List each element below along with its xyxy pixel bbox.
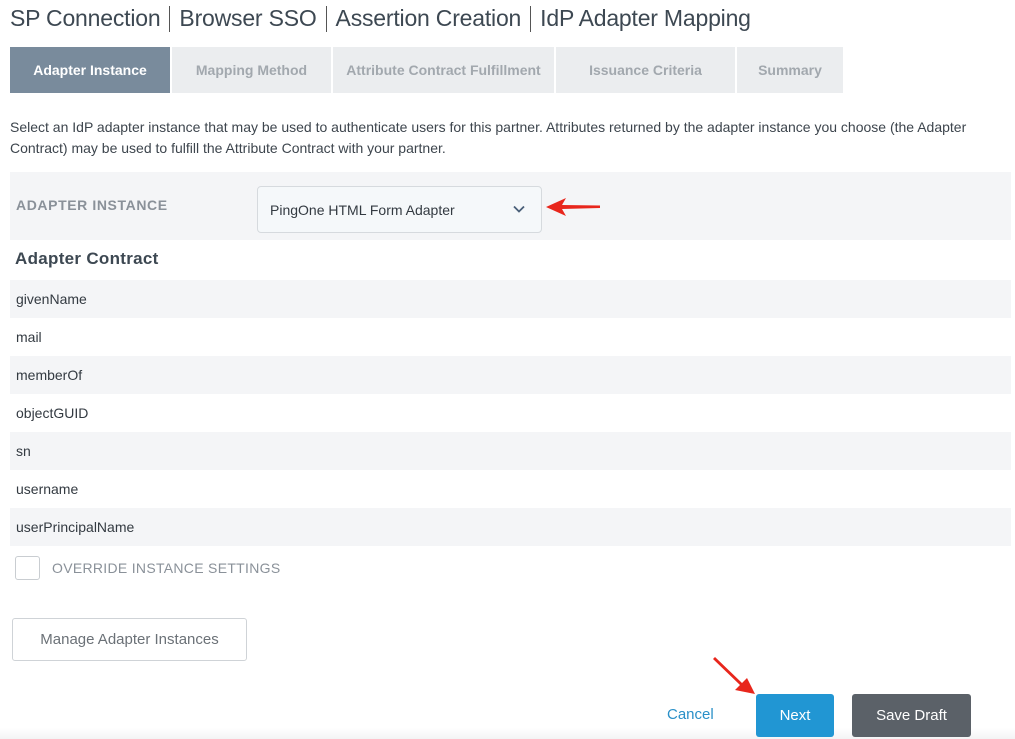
breadcrumb-item-assertion-creation: Assertion Creation [335, 5, 522, 31]
adapter-instance-select[interactable]: PingOne HTML Form Adapter [257, 186, 542, 233]
override-instance-settings[interactable]: OVERRIDE INSTANCE SETTINGS [15, 556, 280, 580]
breadcrumb-item-idp-adapter-mapping: IdP Adapter Mapping [540, 5, 751, 31]
breadcrumb-item-browser-sso: Browser SSO [179, 5, 317, 31]
adapter-contract-heading: Adapter Contract [15, 249, 159, 268]
chevron-down-icon [513, 205, 525, 213]
contract-attribute-row: objectGUID [16, 405, 89, 421]
cancel-link[interactable]: Cancel [667, 706, 714, 723]
override-checkbox[interactable] [15, 556, 40, 580]
page-description: Select an IdP adapter instance that may … [10, 119, 967, 156]
tab-adapter-instance[interactable]: Adapter Instance [10, 47, 170, 93]
manage-adapter-instances-button[interactable]: Manage Adapter Instances [12, 618, 247, 661]
contract-attribute-row: username [16, 481, 79, 497]
contract-attribute-row: memberOf [10, 356, 1011, 394]
tab-summary[interactable]: Summary [737, 47, 843, 93]
annotation-arrow-down-right-icon [713, 657, 755, 694]
adapter-instance-value: PingOne HTML Form Adapter [270, 202, 455, 218]
tab-mapping-method[interactable]: Mapping Method [172, 47, 331, 93]
contract-attribute-row: mail [16, 329, 42, 345]
adapter-instance-label: ADAPTER INSTANCE [16, 197, 168, 213]
contract-attribute-row: givenName [10, 280, 1011, 318]
override-label: OVERRIDE INSTANCE SETTINGS [52, 560, 281, 576]
breadcrumb-separator [530, 5, 532, 32]
next-button[interactable]: Next [756, 694, 834, 737]
breadcrumb-separator [169, 5, 171, 32]
adapter-contract-list: givenName mail memberOf objectGUID sn us… [10, 280, 1011, 546]
tab-attribute-contract-fulfillment[interactable]: Attribute Contract Fulfillment [333, 47, 554, 93]
contract-attribute-row: sn [10, 432, 1011, 470]
wizard-tabs: Adapter Instance Mapping Method Attribut… [10, 47, 845, 93]
breadcrumb: SP Connection Browser SSO Assertion Crea… [10, 5, 751, 32]
adapter-instance-row: ADAPTER INSTANCE PingOne HTML Form Adapt… [10, 172, 1011, 240]
breadcrumb-item-sp-connection: SP Connection [10, 5, 161, 31]
save-draft-button[interactable]: Save Draft [852, 694, 971, 737]
tab-issuance-criteria[interactable]: Issuance Criteria [556, 47, 735, 93]
contract-attribute-row: userPrincipalName [10, 508, 1011, 546]
page: SP Connection Browser SSO Assertion Crea… [0, 0, 1015, 739]
breadcrumb-separator [325, 5, 327, 32]
